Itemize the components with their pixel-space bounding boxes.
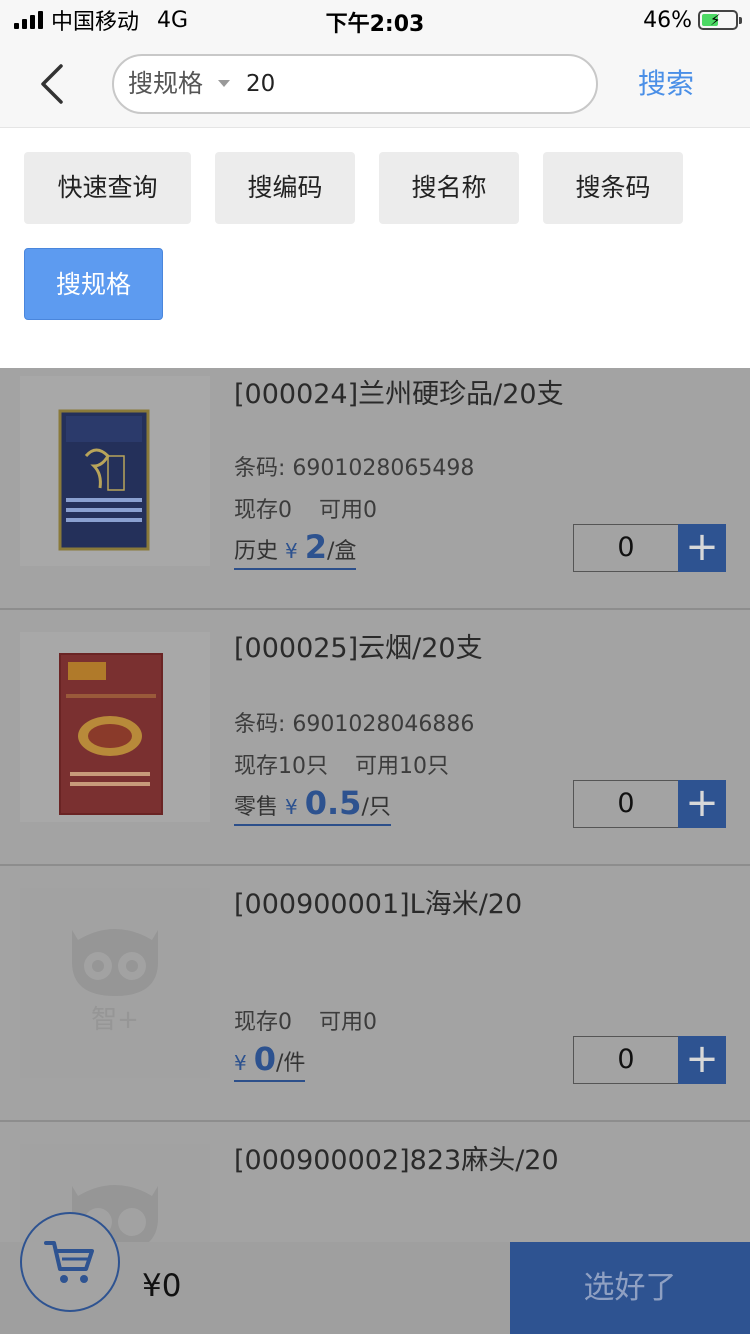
cart-button[interactable] [20, 1212, 120, 1312]
stock-count: 现存10只 [234, 754, 328, 779]
filter-by-barcode[interactable]: 搜条码 [543, 152, 683, 224]
search-input[interactable] [246, 60, 566, 108]
product-stock: 现存10只 可用10只 [234, 748, 449, 780]
product-barcode: 条码: 6901028065498 [234, 456, 475, 481]
price-value: 0.5 [304, 784, 362, 822]
product-price: ¥ 0/件 [234, 1040, 306, 1082]
cigarette-pack-image [20, 376, 210, 566]
quantity-field[interactable]: 0 [573, 780, 679, 828]
search-filter-panel: 快速查询 搜编码 搜名称 搜条码 搜规格 [0, 128, 750, 368]
product-price: 零售 ¥ 0.5/只 [234, 784, 391, 826]
available-count: 可用10只 [355, 754, 449, 779]
currency-symbol: ¥ [285, 539, 298, 563]
status-bar: 中国移动 4G 下午2:03 46% ⚡ [0, 0, 750, 40]
product-image: 智+ [20, 888, 210, 1078]
price-unit: /件 [276, 1051, 306, 1076]
price-value: 2 [304, 528, 328, 566]
placeholder-logo-text: 智+ [91, 1005, 139, 1035]
currency-symbol: ¥ [285, 795, 298, 819]
search-box: 搜规格 [112, 54, 598, 114]
chevron-left-icon [41, 64, 63, 104]
product-item[interactable]: [000025]云烟/20支 条码: 6901028046886 现存10只 可… [0, 610, 750, 866]
cart-icon [44, 1241, 94, 1283]
cigarette-pack-image [20, 632, 210, 822]
search-button[interactable]: 搜索 [638, 62, 694, 102]
filter-by-code[interactable]: 搜编码 [215, 152, 355, 224]
navigation-bar: 搜规格 搜索 [0, 40, 750, 128]
product-stock: 现存0 可用0 [234, 1004, 377, 1036]
price-label: 零售 [234, 795, 279, 820]
product-title: [000024]兰州硬珍品/20支 [234, 379, 564, 410]
quantity-field[interactable]: 0 [573, 1036, 679, 1084]
available-count: 可用0 [319, 498, 377, 523]
confirm-selection-button[interactable]: 选好了 [510, 1242, 750, 1334]
filter-by-spec[interactable]: 搜规格 [24, 248, 163, 320]
price-value: 0 [253, 1040, 276, 1078]
stock-count: 现存0 [234, 1010, 292, 1035]
owl-placeholder-icon: 智+ [20, 888, 210, 1078]
caret-down-icon[interactable] [218, 80, 230, 87]
product-title: [000900001]L海米/20 [234, 889, 523, 920]
product-barcode: 条码: 6901028046886 [234, 712, 475, 737]
bottom-bar: ¥0 选好了 [0, 1212, 750, 1334]
price-label: 历史 [234, 539, 279, 564]
battery-icon: ⚡ [698, 10, 742, 30]
currency-symbol: ¥ [234, 1051, 247, 1075]
quantity-field[interactable]: 0 [573, 524, 679, 572]
battery-percent: 46% [643, 7, 692, 33]
stock-count: 现存0 [234, 498, 292, 523]
product-image [20, 632, 210, 822]
product-image [20, 376, 210, 566]
price-unit: /盒 [327, 539, 357, 564]
search-type-selector[interactable]: 搜规格 [128, 56, 203, 112]
plus-icon[interactable]: + [678, 1036, 726, 1084]
clock: 下午2:03 [325, 12, 425, 37]
status-right: 46% ⚡ [643, 6, 742, 34]
price-unit: /只 [361, 795, 391, 820]
available-count: 可用0 [319, 1010, 377, 1035]
back-button[interactable] [28, 58, 76, 110]
product-title: [000025]云烟/20支 [234, 633, 483, 664]
product-item[interactable]: [000024]兰州硬珍品/20支 条码: 6901028065498 现存0 … [0, 368, 750, 610]
plus-icon[interactable]: + [678, 780, 726, 828]
product-list: [000024]兰州硬珍品/20支 条码: 6901028065498 现存0 … [0, 368, 750, 1334]
cart-total: ¥0 [142, 1268, 182, 1304]
product-title: [000900002]823麻头/20 [234, 1145, 559, 1176]
filter-quick-query[interactable]: 快速查询 [24, 152, 191, 224]
product-stock: 现存0 可用0 [234, 492, 377, 524]
product-price: 历史 ¥ 2/盒 [234, 528, 357, 570]
filter-by-name[interactable]: 搜名称 [379, 152, 519, 224]
plus-icon[interactable]: + [678, 524, 726, 572]
product-item[interactable]: 智+ [000900001]L海米/20 现存0 可用0 ¥ 0/件 0 + [0, 866, 750, 1122]
